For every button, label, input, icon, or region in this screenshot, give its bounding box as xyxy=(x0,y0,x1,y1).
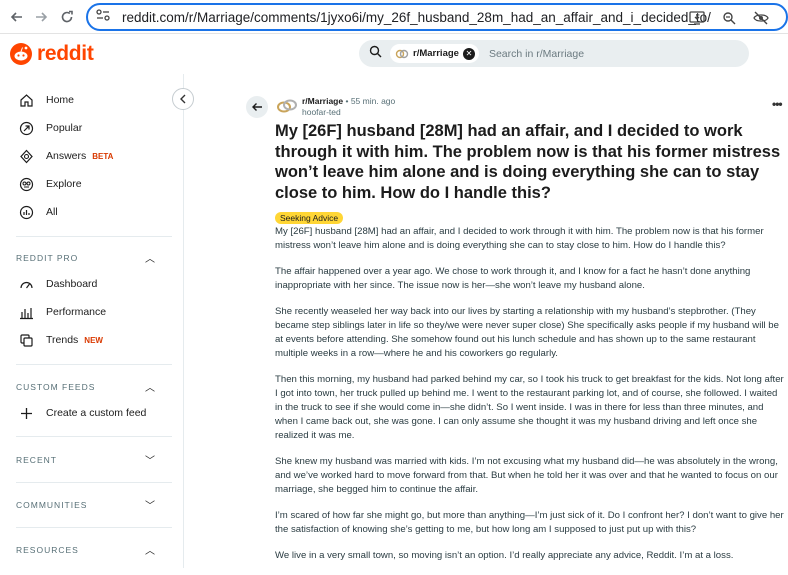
dashboard-icon xyxy=(18,276,34,292)
sidebar-item-label: Create a custom feed xyxy=(46,407,147,419)
subreddit-search-chip[interactable]: r/Marriage ✕ xyxy=(390,44,479,63)
chevron-up-icon: ︿ xyxy=(145,546,156,557)
create-custom-feed-button[interactable]: Create a custom feed xyxy=(18,401,146,425)
beta-badge: BETA xyxy=(92,152,114,161)
resources-section-header[interactable]: RESOURCES ︿ xyxy=(16,542,156,558)
reddit-snoo-icon xyxy=(10,43,32,65)
section-title: RECENT xyxy=(16,454,57,465)
trends-icon xyxy=(18,332,34,348)
collapse-sidebar-button[interactable] xyxy=(172,88,194,110)
back-arrow-icon[interactable] xyxy=(4,4,30,30)
reload-icon[interactable] xyxy=(54,4,80,30)
reddit-logo[interactable]: reddit xyxy=(10,42,94,66)
sidebar-item-label: All xyxy=(46,206,58,218)
reddit-header: reddit r/Marriage ✕ Search in r/Marriage xyxy=(0,34,788,74)
performance-icon xyxy=(18,304,34,320)
back-arrow-icon xyxy=(252,103,262,111)
reddit-pro-section-header[interactable]: REDDIT PRO ︿ xyxy=(16,250,156,266)
forward-arrow-icon[interactable] xyxy=(28,4,54,30)
sidebar-item-popular[interactable]: Popular xyxy=(18,116,82,140)
explore-icon xyxy=(18,176,34,192)
sidebar-item-label: Performance xyxy=(46,306,107,318)
address-bar[interactable]: reddit.com/r/Marriage/comments/1jyxo6i/m… xyxy=(86,3,788,31)
subreddit-avatar[interactable] xyxy=(276,98,298,114)
home-icon xyxy=(18,92,34,108)
more-options-icon[interactable]: ••• xyxy=(772,97,783,111)
sidebar-item-trends[interactable]: Trends NEW xyxy=(18,328,103,352)
sidebar-divider xyxy=(16,236,172,237)
subreddit-link[interactable]: r/Marriage xyxy=(302,96,343,106)
post-back-button[interactable] xyxy=(246,96,268,118)
search-icon xyxy=(369,45,382,63)
sidebar-item-answers[interactable]: Answers BETA xyxy=(18,144,113,168)
post-paragraph: We live in a very small town, so moving … xyxy=(275,550,734,561)
sidebar-item-label: Dashboard xyxy=(46,278,98,290)
post-paragraph: She knew my husband was married with kid… xyxy=(275,456,778,495)
sidebar-divider xyxy=(16,436,172,437)
sidebar-divider xyxy=(16,482,172,483)
zoom-icon[interactable] xyxy=(720,9,738,27)
sidebar-divider xyxy=(16,364,172,365)
wedding-rings-icon xyxy=(395,49,409,58)
install-app-icon[interactable] xyxy=(688,9,706,27)
sidebar-divider xyxy=(16,527,172,528)
section-title: CUSTOM FEEDS xyxy=(16,381,96,392)
sidebar-item-label: Popular xyxy=(46,122,83,134)
eye-off-icon[interactable] xyxy=(752,9,770,27)
browser-toolbar: reddit.com/r/Marriage/comments/1jyxo6i/m… xyxy=(0,0,788,34)
sidebar-item-performance[interactable]: Performance xyxy=(18,300,106,324)
post-timestamp: 55 min. ago xyxy=(350,96,396,106)
sidebar-item-home[interactable]: Home xyxy=(18,88,74,112)
communities-section-header[interactable]: COMMUNITIES ﹀ xyxy=(16,497,156,513)
url-text: reddit.com/r/Marriage/comments/1jyxo6i/m… xyxy=(122,9,711,25)
post-title: My [26F] husband [28M] had an affair, an… xyxy=(275,122,781,202)
sidebar-item-label: Home xyxy=(46,94,75,106)
new-badge: NEW xyxy=(84,336,103,345)
sidebar-item-label: Trends xyxy=(46,334,79,346)
recent-section-header[interactable]: RECENT ﹀ xyxy=(16,452,156,468)
chip-close-icon[interactable]: ✕ xyxy=(462,47,475,60)
all-icon xyxy=(18,204,34,220)
sidebar-item-explore[interactable]: Explore xyxy=(18,172,82,196)
popular-icon xyxy=(18,120,34,136)
post-paragraph: The affair happened over a year ago. We … xyxy=(275,266,751,291)
plus-icon xyxy=(18,405,34,421)
post-flair[interactable]: Seeking Advice xyxy=(275,212,344,224)
chevron-down-icon: ﹀ xyxy=(145,501,156,512)
author-link[interactable]: hoofar-ted xyxy=(302,107,395,118)
custom-feeds-section-header[interactable]: CUSTOM FEEDS ︿ xyxy=(16,379,156,395)
search-input[interactable]: Search in r/Marriage xyxy=(489,48,584,60)
post-paragraph: My [26F] husband [28M] had an affair, an… xyxy=(275,226,764,251)
reddit-wordmark: reddit xyxy=(37,42,94,65)
sidebar-item-label: Explore xyxy=(46,178,82,190)
sidebar-item-all[interactable]: All xyxy=(18,200,58,224)
post-paragraph: I’m scared of how far she might go, but … xyxy=(275,510,784,535)
sidebar-item-label: Answers xyxy=(46,150,87,162)
section-title: COMMUNITIES xyxy=(16,499,88,510)
section-title: RESOURCES xyxy=(16,544,79,555)
chevron-up-icon: ︿ xyxy=(145,254,156,265)
post-body: My [26F] husband [28M] had an affair, an… xyxy=(275,225,787,575)
chevron-up-icon: ︿ xyxy=(145,383,156,394)
chevron-left-icon xyxy=(180,94,186,104)
chip-label: r/Marriage xyxy=(413,48,459,59)
answers-icon xyxy=(18,148,34,164)
sidebar-item-dashboard[interactable]: Dashboard xyxy=(18,272,97,296)
post-meta: r/Marriage • 55 min. ago hoofar-ted xyxy=(302,96,396,118)
search-bar[interactable]: r/Marriage ✕ Search in r/Marriage xyxy=(359,40,749,67)
post-paragraph: She recently weaseled her way back into … xyxy=(275,306,779,359)
post-paragraph: Then this morning, my husband had parked… xyxy=(275,374,784,441)
left-sidebar: Home Popular Answers BETA Explore All RED… xyxy=(0,74,184,568)
section-title: REDDIT PRO xyxy=(16,252,79,263)
site-settings-icon[interactable] xyxy=(96,8,110,26)
chevron-down-icon: ﹀ xyxy=(145,456,156,467)
